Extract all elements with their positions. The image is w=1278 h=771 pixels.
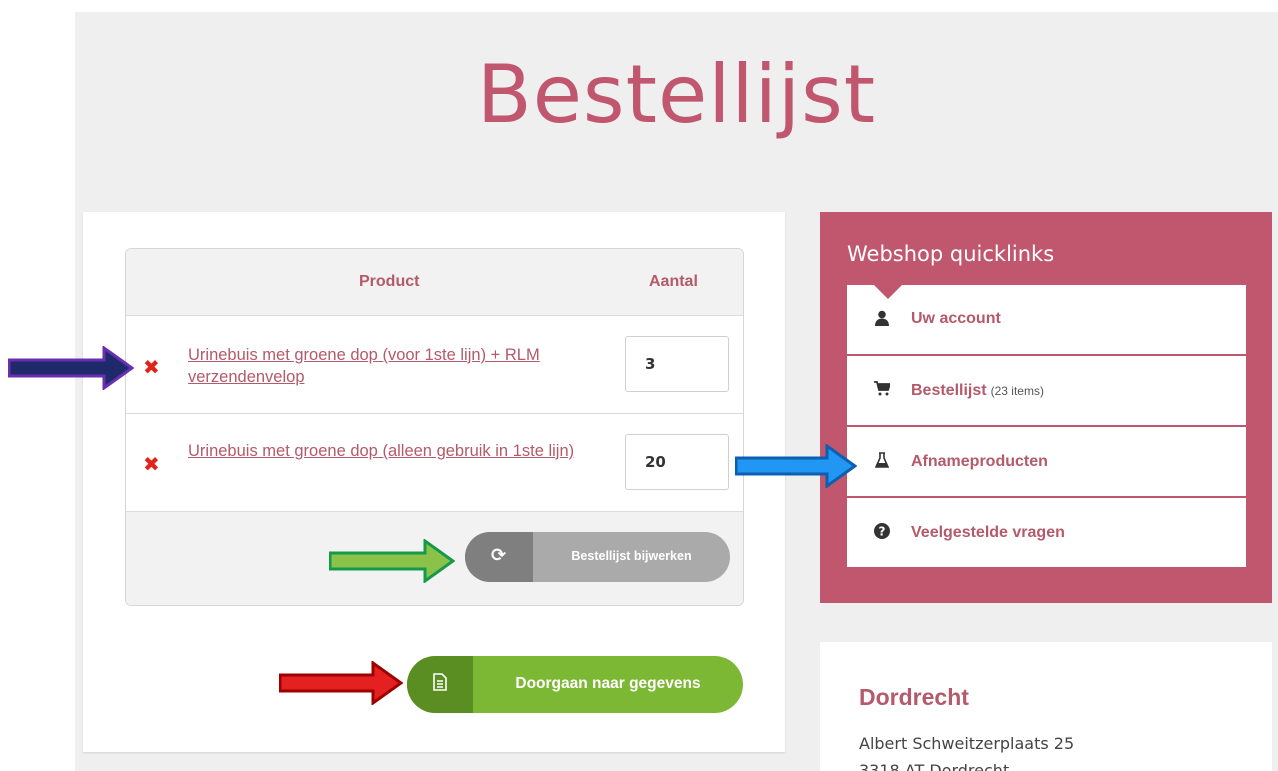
update-cart-button[interactable]: ⟳ Bestellijst bijwerken (465, 532, 730, 582)
quicklink-account[interactable]: Uw account (847, 285, 1246, 356)
continue-button[interactable]: Doorgaan naar gegevens (407, 656, 743, 713)
product-link[interactable]: Urinebuis met groene dop (voor 1ste lijn… (188, 344, 608, 388)
location-address-line1: Albert Schweitzerplaats 25 (859, 734, 1075, 753)
update-button-icon-cap: ⟳ (465, 532, 533, 582)
continue-button-icon-cap (407, 656, 473, 713)
cart-table-header: Product Aantal (126, 249, 743, 316)
annotation-arrow-blue (735, 444, 857, 488)
annotation-arrow-red (279, 661, 403, 705)
quicklink-label-text: Bestellijst (911, 382, 987, 399)
quicklink-label: Veelgestelde vragen (911, 524, 1065, 541)
refresh-icon: ⟳ (491, 545, 507, 565)
quicklink-products[interactable]: Afnameproducten (847, 427, 1246, 498)
table-row: ✖ Urinebuis met groene dop (voor 1ste li… (126, 316, 743, 414)
update-cart-button-label: Bestellijst bijwerken (571, 549, 692, 563)
continue-button-label: Doorgaan naar gegevens (515, 675, 701, 692)
user-icon (873, 310, 891, 331)
annotation-arrow-purple (8, 346, 134, 390)
question-circle-icon: ? (873, 523, 891, 544)
annotation-arrow-green (329, 539, 455, 583)
quantity-input[interactable] (625, 434, 729, 490)
remove-item-icon[interactable]: ✖ (143, 358, 160, 378)
svg-text:?: ? (879, 525, 886, 539)
quantity-input[interactable] (625, 336, 729, 392)
quicklink-label: Bestellijst (23 items) (911, 382, 1044, 400)
item-count: (23 items) (990, 384, 1044, 398)
quicklinks-title: Webshop quicklinks (847, 242, 1055, 266)
column-header-quantity: Aantal (649, 273, 698, 290)
quicklink-label: Uw account (911, 310, 1001, 327)
quicklink-label: Afnameproducten (911, 453, 1048, 470)
quicklinks-list: Uw account Bestellijst (23 items) Afnamep… (847, 285, 1246, 569)
quicklink-faq[interactable]: ? Veelgestelde vragen (847, 498, 1246, 569)
table-row: ✖ Urinebuis met groene dop (alleen gebru… (126, 414, 743, 512)
location-card: Dordrecht Albert Schweitzerplaats 25 331… (820, 642, 1272, 771)
quicklinks-notch (874, 285, 902, 299)
remove-item-icon[interactable]: ✖ (143, 455, 160, 475)
location-address-line2: 3318 AT Dordrecht (859, 761, 1010, 771)
flask-icon (873, 452, 891, 473)
column-header-product: Product (359, 273, 420, 290)
quicklink-orderlist[interactable]: Bestellijst (23 items) (847, 356, 1246, 427)
document-icon (433, 673, 447, 696)
page-title: Bestellijst (476, 48, 877, 141)
product-link[interactable]: Urinebuis met groene dop (alleen gebruik… (188, 440, 608, 462)
location-city: Dordrecht (859, 684, 969, 710)
cart-icon (873, 381, 892, 401)
quicklinks-panel: Webshop quicklinks Uw account Bestellijs… (820, 212, 1272, 603)
